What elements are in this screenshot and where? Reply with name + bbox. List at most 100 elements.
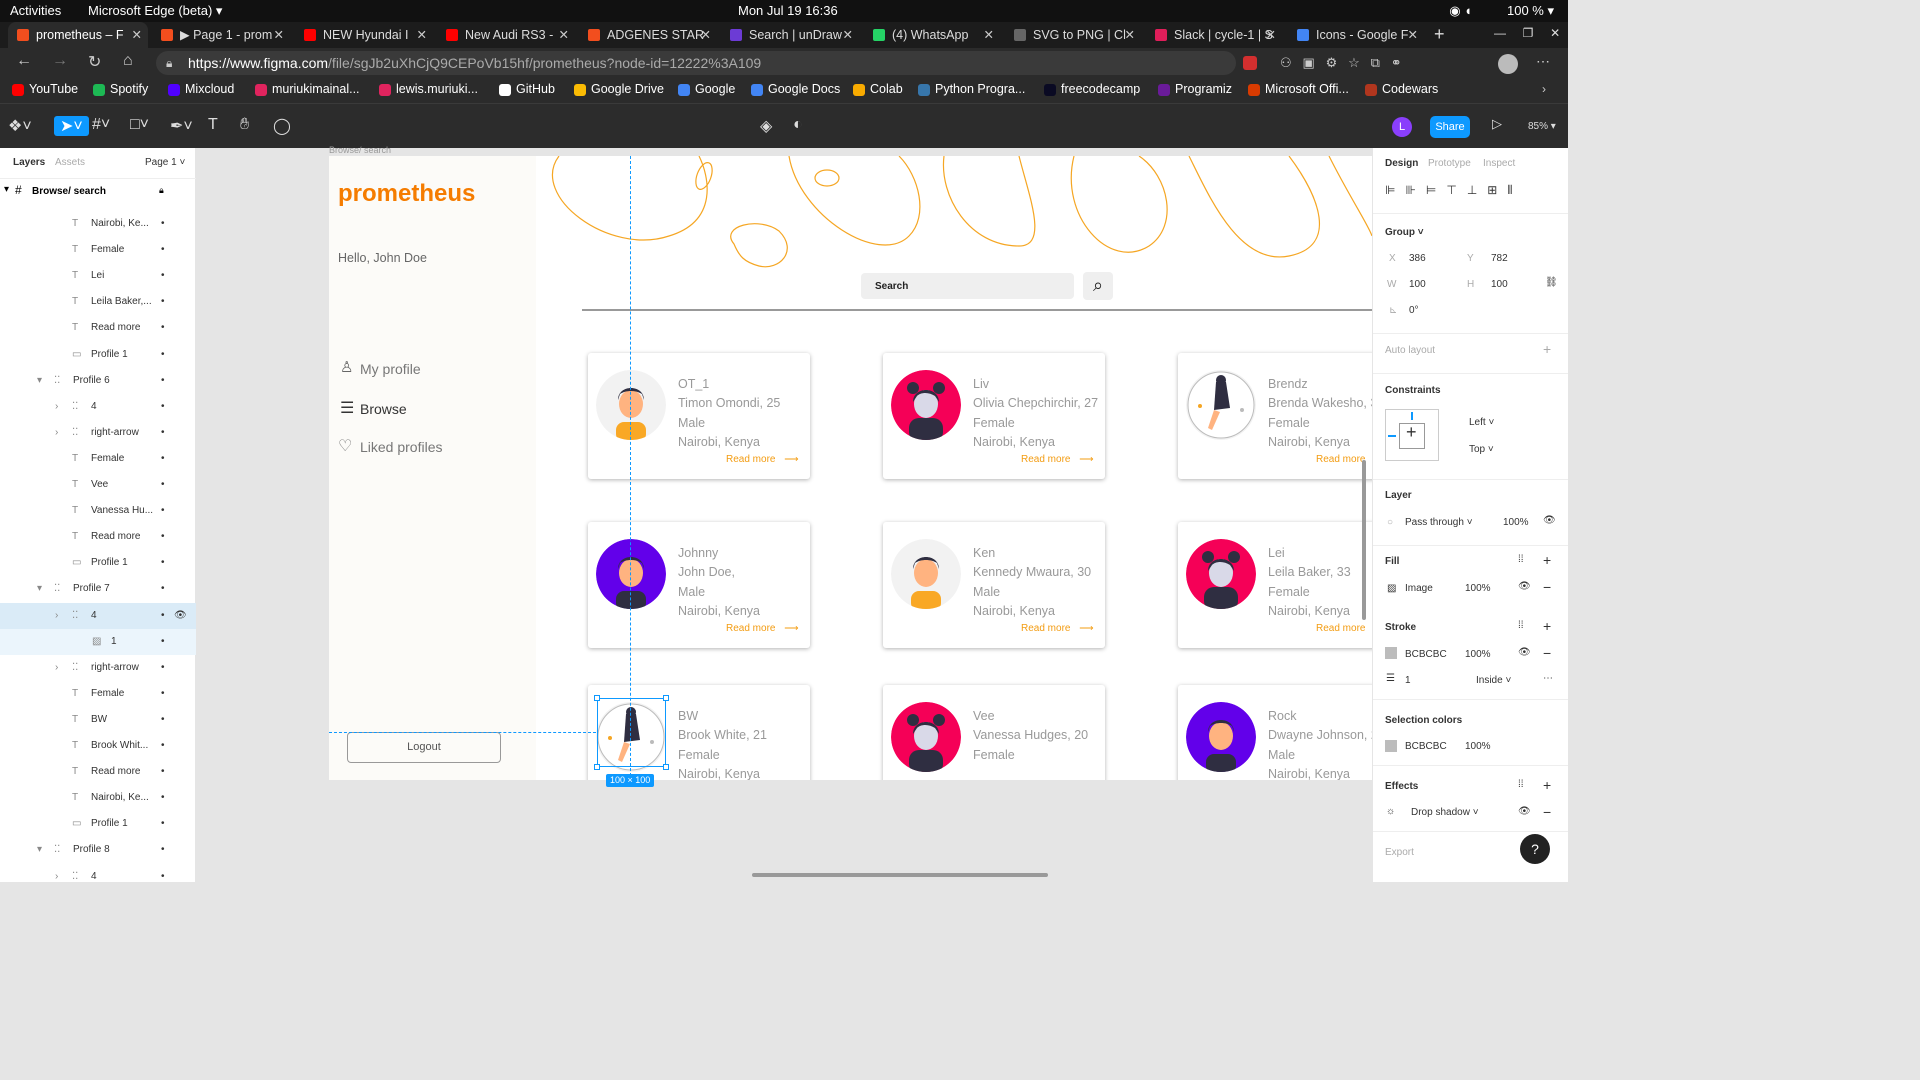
horizontal-scrollbar[interactable] xyxy=(752,873,1048,877)
chevron-right-icon[interactable]: › xyxy=(55,394,58,420)
hand-tool-icon[interactable]: ✋︎ xyxy=(240,116,249,134)
frame-tool-icon[interactable]: #˅ xyxy=(92,116,110,134)
profile-avatar[interactable] xyxy=(1498,54,1518,74)
battery-indicator[interactable]: 100 % ▾ xyxy=(1507,3,1554,19)
close-tab-icon[interactable]: ✕ xyxy=(701,22,711,48)
close-tab-icon[interactable]: ✕ xyxy=(1266,22,1276,48)
figma-menu-icon[interactable]: ❖˅ xyxy=(8,116,32,136)
layer-row[interactable]: T Nairobi, Ke... • xyxy=(0,211,196,237)
refresh-icon[interactable]: ↻ xyxy=(88,52,101,72)
present-icon[interactable]: ▷ xyxy=(1492,116,1502,132)
forward-icon[interactable]: → xyxy=(52,52,68,70)
tab-6[interactable]: (4) WhatsApp ✕ xyxy=(864,22,1000,48)
styles-icon[interactable]: ⁞⁞ xyxy=(1518,779,1524,790)
styles-icon[interactable]: ⁞⁞ xyxy=(1518,620,1524,631)
move-tool-icon[interactable]: ➤˅ xyxy=(54,116,89,136)
tab-design[interactable]: Design xyxy=(1385,158,1418,169)
layer-opacity[interactable]: 100% xyxy=(1503,517,1529,528)
layer-row[interactable]: ▾ ⁚⁚ Profile 6 • xyxy=(0,368,196,394)
layer-options-icon[interactable]: • xyxy=(161,211,165,237)
remove-fill-icon[interactable]: − xyxy=(1543,579,1551,595)
stroke-opacity[interactable]: 100% xyxy=(1465,649,1491,660)
home-icon[interactable]: ⌂ xyxy=(123,52,133,70)
layer-row[interactable]: ▾ ⁚⁚ Profile 7 • xyxy=(0,576,196,602)
tab-7[interactable]: SVG to PNG | Cl ✕ xyxy=(1005,22,1141,48)
pen-tool-icon[interactable]: ✒˅ xyxy=(170,116,193,136)
resize-handle[interactable] xyxy=(663,764,669,770)
nav-liked-profiles[interactable]: ♡ Liked profiles xyxy=(338,436,518,458)
tab-9[interactable]: Icons - Google F ✕ xyxy=(1288,22,1424,48)
layer-row[interactable]: ▭ Profile 1 • xyxy=(0,550,196,576)
left-constraint[interactable] xyxy=(1388,435,1396,437)
layer-row[interactable]: T Read more • xyxy=(0,315,196,341)
profile-avatar[interactable] xyxy=(891,539,961,609)
layer-options-icon[interactable]: • xyxy=(161,759,165,785)
bookmarks-overflow-icon[interactable]: › xyxy=(1542,82,1546,96)
layer-options-icon[interactable]: • xyxy=(161,446,165,472)
layer-options-icon[interactable]: • xyxy=(161,237,165,263)
selection-box[interactable] xyxy=(597,698,666,767)
constraints-widget[interactable]: + xyxy=(1385,409,1439,461)
remove-effect-icon[interactable]: − xyxy=(1543,804,1551,820)
profile-avatar[interactable] xyxy=(1186,370,1256,440)
search-input[interactable]: Search xyxy=(861,273,1074,299)
layer-row[interactable]: T Read more • xyxy=(0,759,196,785)
sun-icon[interactable]: ☼ xyxy=(1386,806,1395,817)
bookmark-11[interactable]: freecodecamp xyxy=(1044,82,1140,96)
layer-row[interactable]: T Lei • xyxy=(0,263,196,289)
profile-card[interactable]: Liv Olivia Chepchirchir, 27 Female Nairobi,… xyxy=(883,353,1105,479)
window-controls[interactable]: — ❐ ✕ xyxy=(1494,26,1560,40)
app-menu[interactable]: Microsoft Edge (beta) ▾ xyxy=(88,3,222,19)
search-icon[interactable]: ⌕ xyxy=(1083,272,1113,300)
tab-4[interactable]: ADGENES STAR ✕ xyxy=(579,22,717,48)
add-effect-icon[interactable]: + xyxy=(1543,777,1551,793)
layer-options-icon[interactable]: • xyxy=(161,342,165,368)
eye-icon[interactable]: 👁︎ xyxy=(1518,581,1531,592)
layer-row[interactable]: ▭ Profile 1 • xyxy=(0,342,196,368)
blend-mode[interactable]: Pass through ˅ xyxy=(1405,517,1473,528)
bookmark-0[interactable]: YouTube xyxy=(12,82,78,96)
layer-options-icon[interactable]: • xyxy=(161,315,165,341)
tab-5[interactable]: Search | unDraw ✕ xyxy=(721,22,859,48)
adblock-extension-icon[interactable] xyxy=(1243,56,1257,70)
layer-row[interactable]: T Vee • xyxy=(0,472,196,498)
resize-handle[interactable] xyxy=(594,764,600,770)
eye-icon[interactable]: 👁︎ xyxy=(1518,647,1531,658)
layer-row[interactable]: › ⁚⁚ 4 • xyxy=(0,394,196,420)
tab-layers[interactable]: Layers xyxy=(13,157,45,168)
selection-color-swatch[interactable] xyxy=(1385,740,1397,752)
layer-options-icon[interactable]: • xyxy=(161,524,165,550)
fill-type[interactable]: Image xyxy=(1405,583,1433,594)
h-value[interactable]: 100 xyxy=(1491,279,1508,290)
chevron-right-icon[interactable]: › xyxy=(55,864,58,890)
chevron-right-icon[interactable]: › xyxy=(55,420,58,446)
bookmark-6[interactable]: Google Drive xyxy=(574,82,664,96)
page-selector[interactable]: Page 1 ˅ xyxy=(145,157,185,168)
layer-row[interactable]: T Female • xyxy=(0,681,196,707)
layer-options-icon[interactable]: • xyxy=(161,603,165,629)
tab-8[interactable]: Slack | cycle-1 | S ✕ xyxy=(1146,22,1282,48)
tab-prototype[interactable]: Prototype xyxy=(1428,158,1471,169)
more-menu-icon[interactable]: ⋯ xyxy=(1536,53,1550,70)
add-stroke-icon[interactable]: + xyxy=(1543,618,1551,634)
lock-icon[interactable]: 🔒︎ xyxy=(159,185,164,196)
tab-inspect[interactable]: Inspect xyxy=(1483,158,1515,169)
bookmark-10[interactable]: Python Progra... xyxy=(918,82,1025,96)
profile-avatar[interactable] xyxy=(1186,702,1256,772)
layer-row[interactable]: T Female • xyxy=(0,446,196,472)
layer-row[interactable]: T Female • xyxy=(0,237,196,263)
extension-icons[interactable]: ⚇ ▣ ⚙ ☆ ⧉ ⚭ xyxy=(1280,55,1402,71)
remove-stroke-icon[interactable]: − xyxy=(1543,645,1551,661)
share-button[interactable]: Share xyxy=(1430,116,1470,138)
selection-opacity[interactable]: 100% xyxy=(1465,741,1491,752)
logout-button[interactable]: Logout xyxy=(347,732,501,763)
read-more-link[interactable]: Read more ⟶ xyxy=(1021,623,1094,634)
layer-row[interactable]: T Brook Whit... • xyxy=(0,733,196,759)
more-icon[interactable]: ⋯ xyxy=(1543,673,1553,684)
layer-options-icon[interactable]: • xyxy=(161,289,165,315)
profile-avatar[interactable] xyxy=(891,702,961,772)
tab-assets[interactable]: Assets xyxy=(55,157,85,168)
constraint-vertical[interactable]: Top ˅ xyxy=(1469,444,1494,455)
stroke-position[interactable]: Inside ˅ xyxy=(1476,675,1511,686)
profile-card[interactable]: OT_1 Timon Omondi, 25 Male Nairobi, Kenya Re… xyxy=(588,353,810,479)
